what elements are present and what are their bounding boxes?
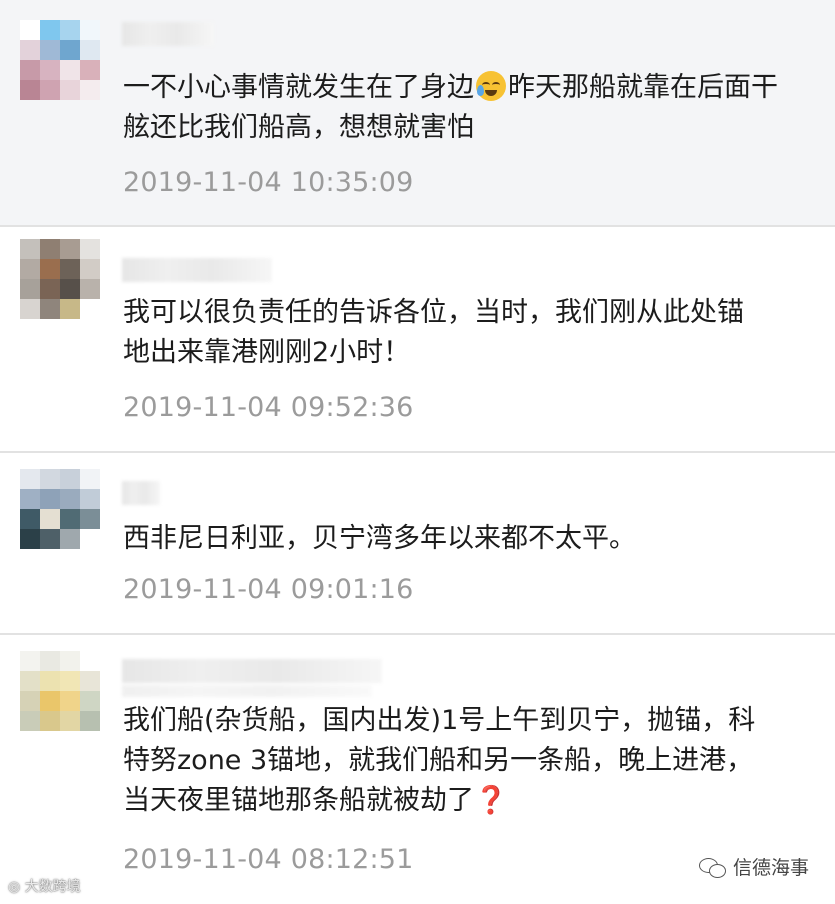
watermark-left: ◎ 大数跨境 [8, 876, 81, 896]
comment-timestamp: 2019-11-04 09:52:36 [123, 392, 414, 423]
watermark-left-text: 大数跨境 [24, 879, 81, 895]
comment-item: 一不小心事情就发生在了身边 昨天那船就靠在后面干舷还比我们船高，想想就害怕 201… [0, 0, 835, 227]
comment-item: 西非尼日利亚，贝宁湾多年以来都不太平。 2019-11-04 09:01:16 [0, 453, 835, 635]
wechat-icon [698, 856, 727, 878]
username-blurred[interactable] [122, 22, 214, 46]
comment-item: 我可以很负责任的告诉各位，当时，我们刚从此处锚地出来靠港刚刚2小时！ 2019-… [0, 227, 835, 453]
watermark-logo-icon: ◎ [8, 879, 21, 895]
username-blurred[interactable] [122, 659, 382, 683]
avatar[interactable] [20, 469, 100, 549]
comment-text: 一不小心事情就发生在了身边 昨天那船就靠在后面干舷还比我们船高，想想就害怕 [123, 71, 778, 143]
username-blurred[interactable] [122, 481, 160, 505]
comment-text: 我们船(杂货船，国内出发)1号上午到贝宁，抛锚，科特努zone 3锚地，就我们船… [123, 705, 756, 816]
comment-timestamp: 2019-11-04 08:12:51 [123, 844, 414, 875]
comment-text: 西非尼日利亚，贝宁湾多年以来都不太平。 [123, 523, 636, 554]
watermark-right-text: 信德海事 [732, 857, 809, 879]
watermark-right: 信德海事 [698, 853, 809, 880]
comment-timestamp: 2019-11-04 09:01:16 [123, 574, 414, 605]
username-blurred[interactable] [122, 258, 272, 282]
avatar[interactable] [20, 20, 100, 100]
avatar[interactable] [20, 651, 100, 731]
username-decoration-blurred [122, 685, 372, 697]
red-question-mark-icon: ❓ [474, 785, 508, 816]
avatar[interactable] [20, 239, 100, 319]
comment-timestamp: 2019-11-04 10:35:09 [123, 167, 414, 198]
laughing-crying-emoji-icon [476, 71, 506, 101]
comment-text: 我可以很负责任的告诉各位，当时，我们刚从此处锚地出来靠港刚刚2小时！ [123, 297, 744, 368]
